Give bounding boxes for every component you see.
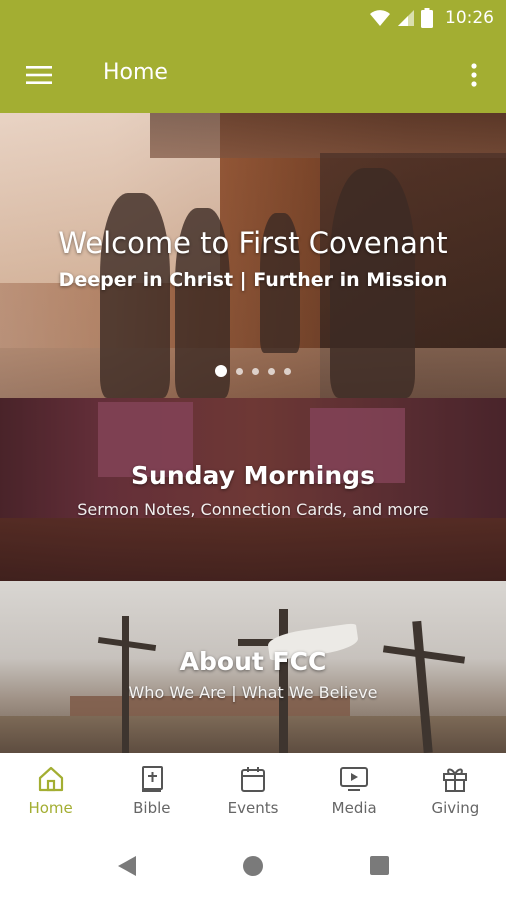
battery-icon <box>421 8 433 28</box>
about-fcc-tile[interactable]: About FCC Who We Are | What We Believe <box>0 581 506 753</box>
hero-image-roof <box>150 113 506 158</box>
more-vert-icon <box>471 63 477 87</box>
nav-item-home[interactable]: Home <box>0 753 101 829</box>
carousel-indicator <box>0 365 506 377</box>
nav-label: Home <box>28 799 73 817</box>
sunday-mornings-tile[interactable]: Sunday Mornings Sermon Notes, Connection… <box>0 398 506 581</box>
carousel-dot[interactable] <box>252 367 259 375</box>
wifi-icon <box>370 10 390 26</box>
status-bar: 10:26 <box>0 0 506 36</box>
home-system-icon[interactable] <box>243 856 263 876</box>
bible-icon <box>141 766 163 792</box>
carousel-dot[interactable] <box>284 367 291 375</box>
signal-icon <box>398 10 414 26</box>
status-icons: 10:26 <box>369 7 494 29</box>
hero-title: Welcome to First Covenant <box>58 226 448 260</box>
hero-subtitle: Deeper in Christ | Further in Mission <box>58 269 448 291</box>
nav-item-bible[interactable]: Bible <box>101 753 202 829</box>
gift-icon <box>443 768 468 792</box>
status-time: 10:26 <box>445 8 494 28</box>
page-title: Home <box>103 60 168 85</box>
hamburger-icon <box>26 66 52 84</box>
nav-label: Media <box>331 799 377 817</box>
app-bar: Home <box>0 36 506 113</box>
nav-item-media[interactable]: Media <box>304 753 405 829</box>
tile-image-cross <box>279 609 288 753</box>
carousel-dot[interactable] <box>236 367 243 375</box>
nav-label: Giving <box>431 799 480 817</box>
nav-label: Bible <box>133 799 171 817</box>
bottom-navigation: Home Bible Events Media Giving <box>0 753 506 829</box>
screen: 10:26 Home Welcome to First Covenant Dee… <box>0 0 506 900</box>
carousel-dot-active[interactable] <box>215 365 227 377</box>
tile-title: Sunday Mornings <box>131 461 375 490</box>
calendar-icon <box>241 767 265 792</box>
nav-item-events[interactable]: Events <box>202 753 303 829</box>
carousel-dot[interactable] <box>268 367 275 375</box>
menu-button[interactable] <box>14 50 64 100</box>
tile-subtitle: Who We Are | What We Believe <box>128 683 378 702</box>
back-icon[interactable] <box>116 854 138 878</box>
hero-carousel[interactable]: Welcome to First Covenant Deeper in Chri… <box>0 113 506 398</box>
nav-label: Events <box>227 799 279 817</box>
tile-subtitle: Sermon Notes, Connection Cards, and more <box>77 500 429 519</box>
home-icon <box>38 766 63 792</box>
nav-item-giving[interactable]: Giving <box>405 753 506 829</box>
recents-icon[interactable] <box>370 856 389 875</box>
media-icon <box>340 767 369 791</box>
overflow-menu-button[interactable] <box>456 50 492 100</box>
tile-title: About FCC <box>179 647 327 676</box>
system-navigation-bar <box>0 829 506 900</box>
